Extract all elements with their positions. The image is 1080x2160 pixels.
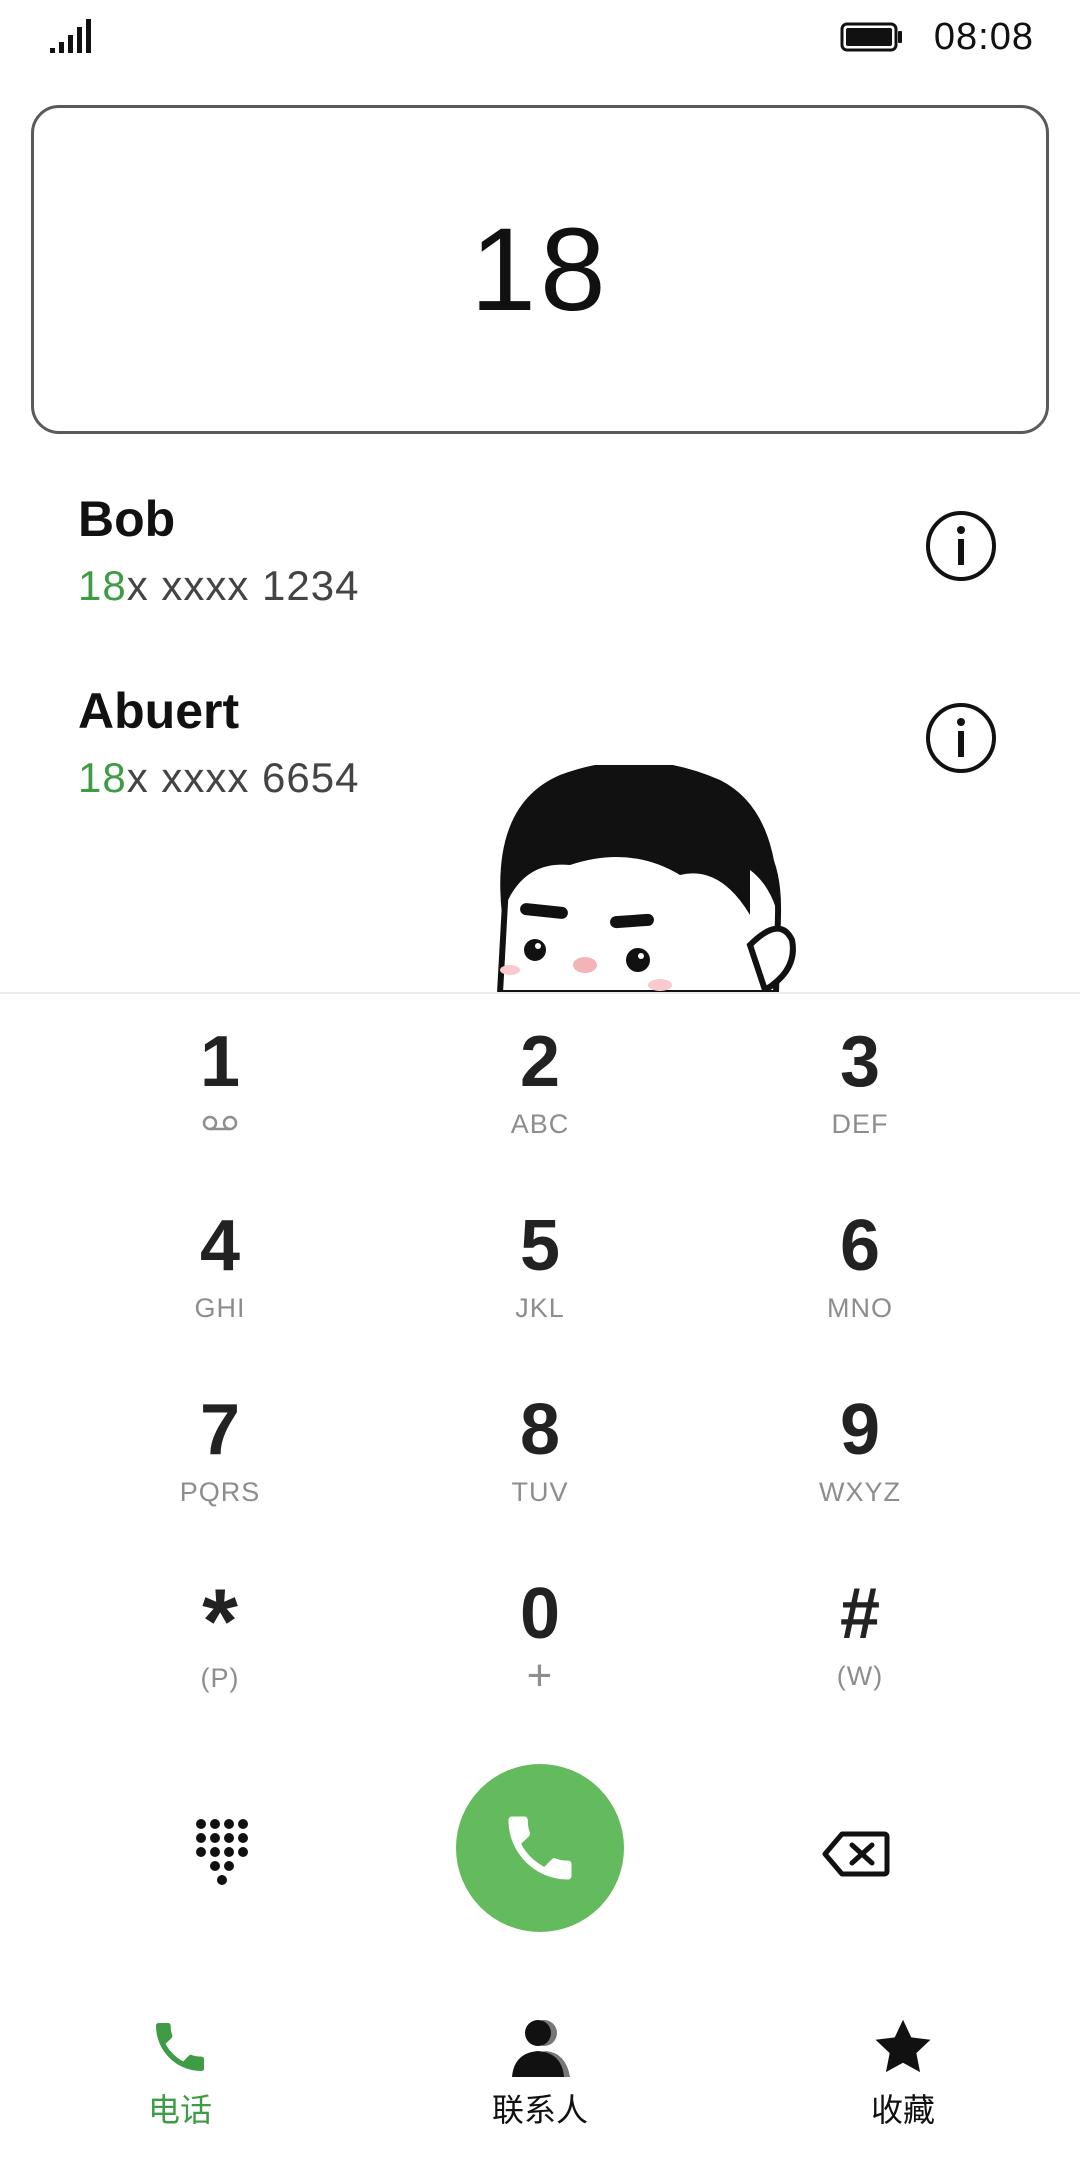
dialed-number-field[interactable]: 18 <box>31 105 1049 434</box>
tab-label: 收藏 <box>870 2091 935 2129</box>
phone-icon <box>156 2023 204 2071</box>
key-digit: 2 <box>519 1022 561 1102</box>
mascot-illustration <box>496 765 796 993</box>
key-digit: 1 <box>199 1022 241 1102</box>
status-bar: 08:08 <box>0 0 1080 80</box>
dialpad-icon[interactable] <box>195 1818 251 1888</box>
key-letters: WXYZ <box>819 1477 901 1507</box>
key-letters: MNO <box>827 1293 893 1323</box>
number-match: 18 <box>78 562 127 609</box>
key-digit: # <box>839 1574 881 1654</box>
backspace-icon[interactable] <box>822 1830 890 1878</box>
contact-number: 18x xxxx 6654 <box>78 754 360 802</box>
key-letters: ABC <box>510 1109 570 1139</box>
key-star[interactable]: * (P) <box>70 1545 370 1715</box>
key-0[interactable]: 0 + <box>390 1545 690 1715</box>
star-icon <box>875 2019 931 2073</box>
number-rest: x xxxx 6654 <box>126 754 360 801</box>
key-hash[interactable]: # (W) <box>710 1545 1010 1715</box>
number-match: 18 <box>78 754 127 801</box>
key-digit: 3 <box>839 1022 881 1102</box>
key-2[interactable]: 2 ABC <box>390 993 690 1163</box>
key-digit: 9 <box>839 1390 881 1470</box>
key-letters: (W) <box>836 1661 884 1691</box>
key-6[interactable]: 6 MNO <box>710 1177 1010 1347</box>
key-3[interactable]: 3 DEF <box>710 993 1010 1163</box>
key-digit: 7 <box>199 1390 241 1470</box>
phone-icon <box>508 1816 572 1880</box>
status-time: 08:08 <box>933 16 1034 58</box>
key-letters: TUV <box>511 1477 569 1507</box>
key-digit: 6 <box>839 1206 881 1286</box>
key-digit: 5 <box>519 1206 561 1286</box>
key-9[interactable]: 9 WXYZ <box>710 1361 1010 1531</box>
key-5[interactable]: 5 JKL <box>390 1177 690 1347</box>
battery-full-icon <box>840 22 902 52</box>
number-rest: x xxxx 1234 <box>126 562 360 609</box>
key-letters: (P) <box>200 1663 240 1693</box>
key-letters: GHI <box>194 1293 246 1323</box>
dialed-number: 18 <box>470 203 610 336</box>
info-icon[interactable] <box>925 702 997 774</box>
key-4[interactable]: 4 GHI <box>70 1177 370 1347</box>
signal-bars-icon <box>50 19 91 53</box>
tab-label: 电话 <box>147 2091 212 2129</box>
info-icon[interactable] <box>925 510 997 582</box>
key-1[interactable]: 1 <box>70 993 370 1163</box>
contact-name: Abuert <box>78 683 240 739</box>
voicemail-icon <box>202 1115 238 1131</box>
key-letters: + <box>526 1651 554 1700</box>
contacts-icon <box>512 2020 570 2077</box>
key-8[interactable]: 8 TUV <box>390 1361 690 1531</box>
tab-favorites[interactable]: 收藏 <box>803 2015 1003 2135</box>
contact-name: Bob <box>78 491 176 547</box>
key-digit: * <box>202 1571 238 1673</box>
key-7[interactable]: 7 PQRS <box>70 1361 370 1531</box>
key-digit: 4 <box>199 1206 241 1286</box>
key-letters: PQRS <box>179 1477 261 1507</box>
tab-phone[interactable]: 电话 <box>80 2015 280 2135</box>
key-digit: 8 <box>519 1390 561 1470</box>
key-letters: JKL <box>515 1293 565 1323</box>
contact-number: 18x xxxx 1234 <box>78 562 360 610</box>
contact-suggestion[interactable]: Bob 18x xxxx 1234 <box>0 490 1080 660</box>
tab-contacts[interactable]: 联系人 <box>440 2015 640 2135</box>
key-digit: 0 <box>519 1574 561 1654</box>
key-letters: DEF <box>831 1109 889 1139</box>
tab-label: 联系人 <box>491 2091 588 2129</box>
call-button[interactable] <box>456 1764 624 1932</box>
